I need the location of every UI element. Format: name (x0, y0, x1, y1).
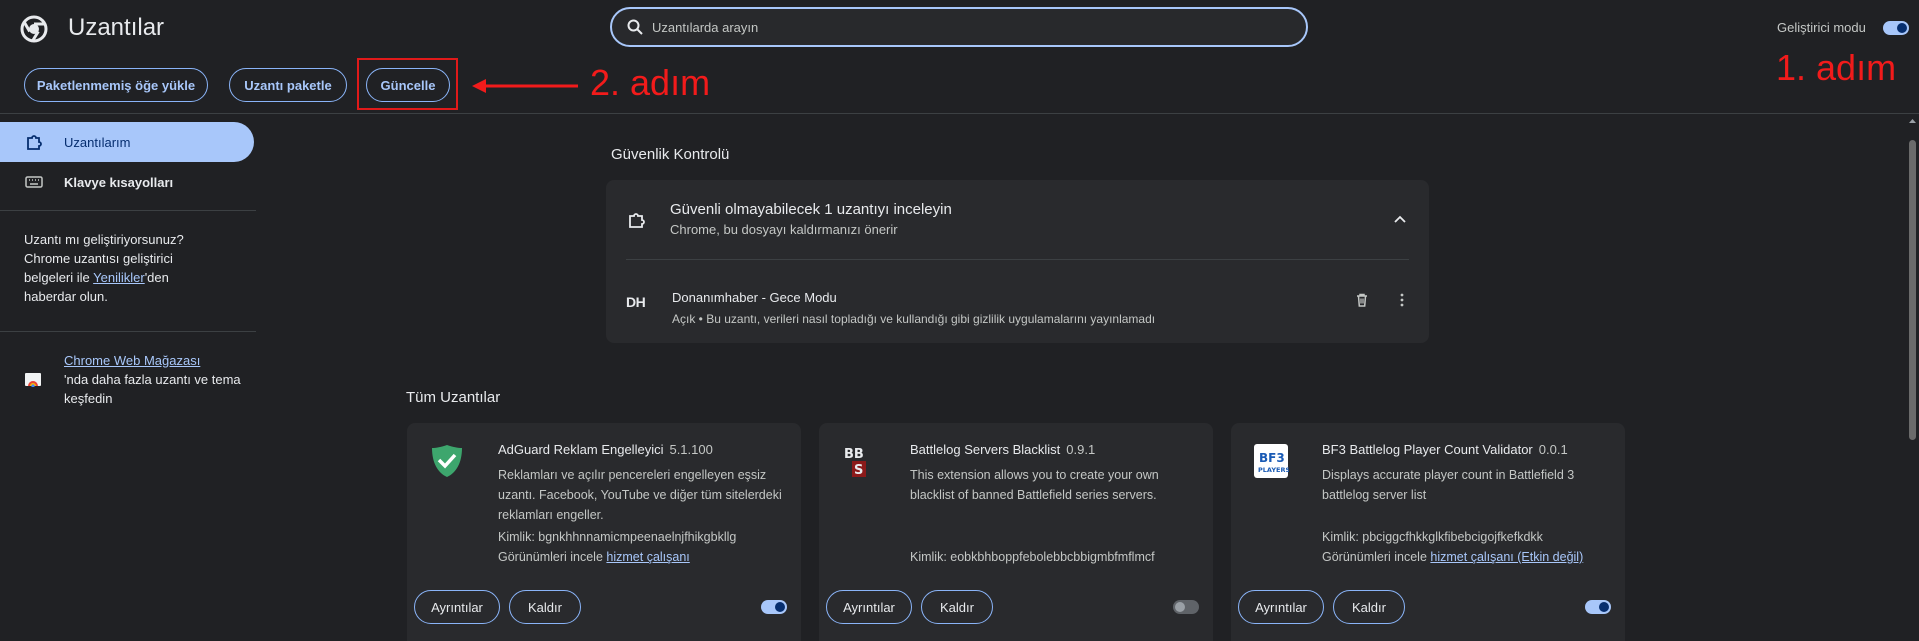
toggle-knob (775, 602, 785, 612)
security-divider (626, 259, 1409, 260)
web-store-link[interactable]: Chrome Web Mağazası (64, 353, 200, 368)
inspect-views: Görünümleri incele hizmet çalışanı (Etki… (1322, 550, 1583, 564)
sidebar-divider (0, 210, 256, 211)
security-subtitle: Chrome, bu dosyayı kaldırmanızı önerir (670, 222, 898, 237)
extension-version: 0.0.1 (1538, 442, 1568, 457)
svg-text:BF3: BF3 (1259, 451, 1285, 465)
more-options-icon[interactable] (1394, 292, 1410, 308)
sidebar-item-keyboard-shortcuts[interactable]: Klavye kısayolları (0, 162, 254, 202)
search-input[interactable] (650, 18, 1294, 36)
extension-description: Displays accurate player count in Battle… (1322, 468, 1575, 502)
extension-id: Kimlik: bgnkhhnnamicmpeenaelnjfhikgbkllg (498, 530, 737, 544)
keyboard-icon (25, 176, 43, 188)
step-2-annotation: 2. adım (590, 62, 711, 103)
extension-name: AdGuard Reklam Engelleyici (498, 442, 664, 457)
scroll-up-icon[interactable] (1906, 116, 1919, 126)
arrow-annotation-icon (472, 79, 578, 93)
header-divider (0, 113, 1919, 114)
all-extensions-title: Tüm Uzantılar (406, 389, 501, 406)
sidebar-divider (0, 331, 256, 332)
extension-id: Kimlik: pbciggcfhkkglkfibebcigojfkefkdkk (1322, 530, 1543, 544)
service-worker-link[interactable]: hizmet çalışanı (606, 550, 689, 564)
developer-info-text: Uzantı mı geliştiriyorsunuz? Chrome uzan… (24, 230, 224, 306)
search-icon (627, 19, 643, 35)
chevron-up-icon[interactable] (1393, 214, 1407, 224)
toggle-knob (1897, 23, 1907, 33)
svg-text:BB: BB (844, 447, 864, 462)
details-button[interactable]: Ayrıntılar (826, 590, 912, 624)
extension-card-adguard: AdGuard Reklam Engelleyici 5.1.100 Reklam… (407, 423, 801, 641)
svg-text:PLAYERS: PLAYERS (1258, 466, 1289, 474)
puzzle-icon (27, 135, 42, 150)
extension-enable-toggle[interactable] (1585, 600, 1611, 614)
inspect-views: Görünümleri incele hizmet çalışanı (498, 550, 690, 564)
bbs-logo-icon: BB S (841, 443, 877, 479)
extension-header: Battlelog Servers Blacklist 0.9.1 (910, 442, 1095, 457)
toggle-knob (1599, 602, 1609, 612)
flagged-extension-description: Açık • Bu uzantı, verileri nasıl topladı… (672, 312, 1156, 326)
extension-header: AdGuard Reklam Engelleyici 5.1.100 (498, 442, 713, 457)
extension-card-battlelog-blacklist: BB S Battlelog Servers Blacklist 0.9.1 Th… (819, 423, 1213, 641)
sidebar-item-label: Uzantılarım (64, 134, 131, 150)
web-store-suffix: 'nda daha fazla uzantı ve tema keşfedin (64, 372, 241, 406)
extension-enable-toggle[interactable] (761, 600, 787, 614)
adguard-shield-icon (432, 445, 462, 477)
developer-mode-label: Geliştirici modu (1777, 20, 1866, 35)
extension-enable-toggle[interactable] (1173, 600, 1199, 614)
sidebar-item-my-extensions[interactable]: Uzantılarım (0, 122, 254, 162)
extension-name: BF3 Battlelog Player Count Validator (1322, 442, 1533, 457)
extension-version: 0.9.1 (1066, 442, 1096, 457)
step-1-annotation: 1. adım (1776, 47, 1897, 88)
service-worker-link[interactable]: hizmet çalışanı (Etkin değil) (1430, 550, 1583, 564)
svg-text:S: S (854, 463, 863, 478)
scrollbar[interactable] (1906, 114, 1919, 641)
pack-extension-button[interactable]: Uzantı paketle (229, 68, 347, 102)
puzzle-icon (629, 213, 645, 228)
scrollbar-thumb[interactable] (1909, 140, 1916, 440)
developer-mode-toggle[interactable] (1883, 21, 1909, 35)
inspect-views-label: Görünümleri incele (498, 550, 603, 564)
search-box[interactable] (610, 7, 1308, 47)
bf3-players-logo-icon: BF3 PLAYERS (1254, 444, 1289, 478)
security-section-title: Güvenlik Kontrolü (611, 146, 730, 163)
web-store-text: Chrome Web Mağazası 'nda daha fazla uzan… (64, 351, 244, 408)
extension-description: This extension allows you to create your… (910, 468, 1159, 502)
web-store-icon (25, 373, 41, 387)
load-unpacked-button[interactable]: Paketlenmemiş öğe yükle (24, 68, 208, 102)
page-title: Uzantılar (68, 14, 165, 41)
details-button[interactable]: Ayrıntılar (414, 590, 500, 624)
extension-header: BF3 Battlelog Player Count Validator 0.0.… (1322, 442, 1568, 457)
details-button[interactable]: Ayrıntılar (1238, 590, 1324, 624)
toggle-knob (1175, 602, 1185, 612)
security-card: Güvenli olmayabilecek 1 uzantıyı inceley… (606, 180, 1429, 343)
extension-version: 5.1.100 (669, 442, 713, 457)
remove-button[interactable]: Kaldır (1333, 590, 1405, 624)
whats-new-link[interactable]: Yenilikler (93, 270, 145, 285)
donanimhaber-logo: DH (626, 294, 646, 310)
update-highlight-box (357, 58, 458, 110)
header: Uzantılar Geliştirici modu 1. adım Paket… (0, 0, 1919, 114)
trash-icon[interactable] (1354, 292, 1370, 308)
chrome-logo-icon (20, 15, 48, 43)
extension-name: Battlelog Servers Blacklist (910, 442, 1061, 457)
extension-card-bf3-validator: BF3 PLAYERS BF3 Battlelog Player Count V… (1231, 423, 1625, 641)
flagged-extension-name: Donanımhaber - Gece Modu (672, 290, 837, 305)
security-title: Güvenli olmayabilecek 1 uzantıyı inceley… (670, 201, 952, 218)
remove-button[interactable]: Kaldır (921, 590, 993, 624)
sidebar-item-label: Klavye kısayolları (64, 174, 174, 190)
extension-id: Kimlik: eobkbhboppfebolebbcbbigmbfmflmcf (910, 550, 1155, 564)
extension-description: Reklamları ve açılır pencereleri engelle… (498, 468, 782, 522)
remove-button[interactable]: Kaldır (509, 590, 581, 624)
inspect-views-label: Görünümleri incele (1322, 550, 1427, 564)
